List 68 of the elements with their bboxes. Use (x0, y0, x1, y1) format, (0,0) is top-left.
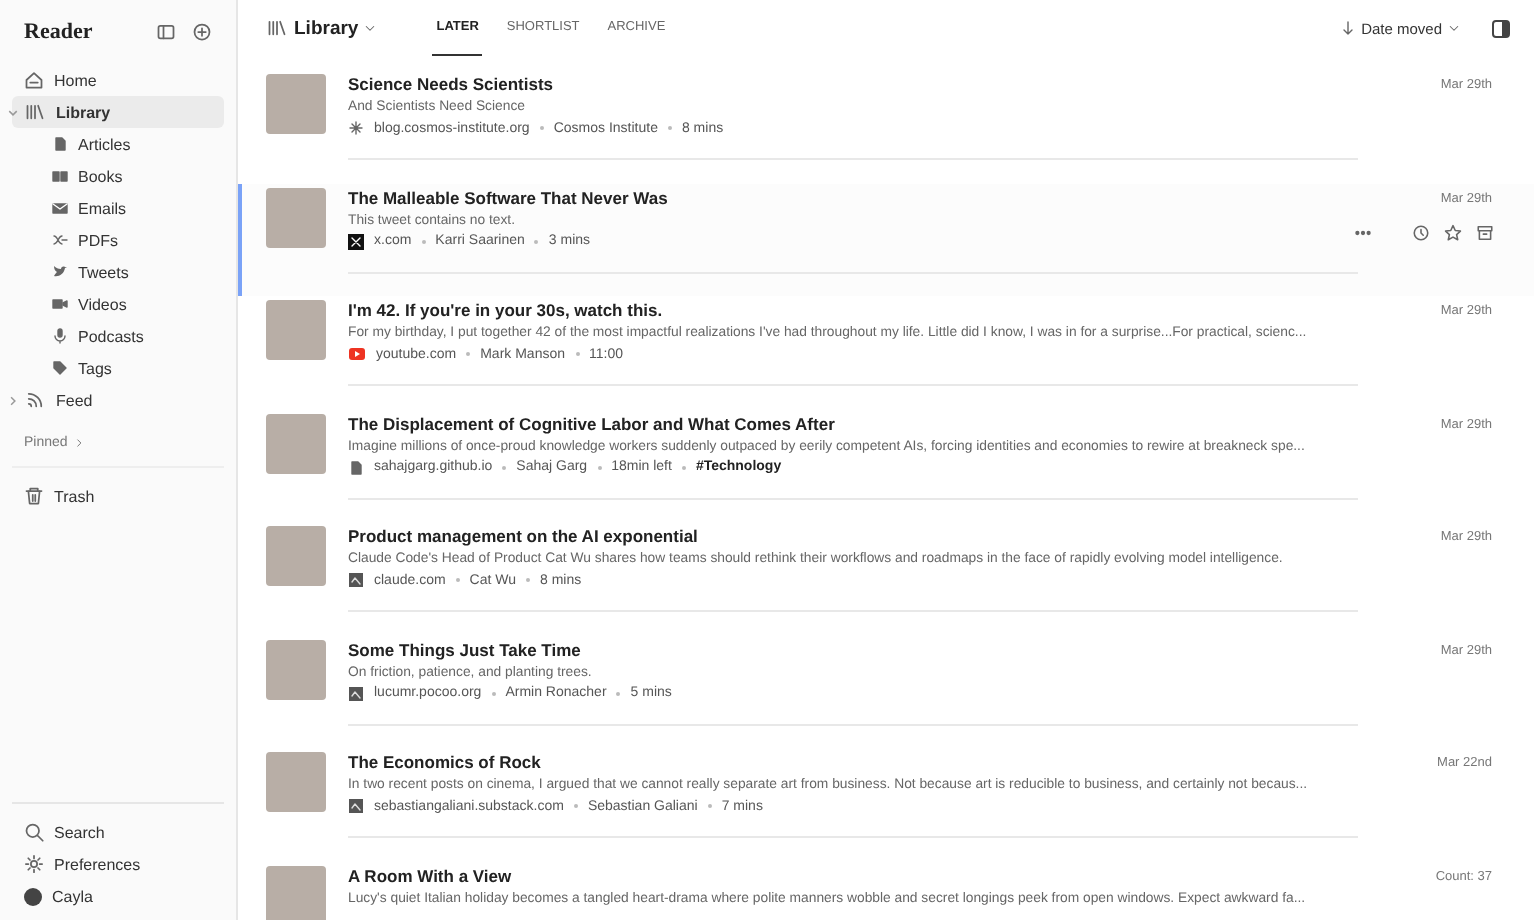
sidebar-item[interactable]: Home (12, 64, 224, 96)
sidebar-item[interactable]: Trash (12, 480, 224, 512)
sidebar-item[interactable]: Podcasts (12, 320, 224, 352)
caret-icon (364, 22, 377, 34)
chevron-icon[interactable] (8, 107, 18, 117)
favicon-icon (348, 572, 364, 588)
chevron-icon[interactable] (8, 395, 18, 405)
document-title: The Malleable Software That Never Was (348, 187, 670, 207)
sidebar-item[interactable]: Videos (12, 288, 224, 320)
rss-icon (24, 390, 46, 410)
document-title: The Displacement of Cognitive Labor and What Comes After (348, 413, 837, 433)
library-icon (24, 102, 46, 122)
photo-placeholder (266, 187, 326, 247)
photo-placeholder (266, 300, 326, 360)
envelope-icon (52, 200, 68, 216)
star-icon (1444, 223, 1462, 241)
library-menu[interactable]: Library (266, 17, 377, 39)
favicon-icon (348, 685, 364, 701)
sidebar-item[interactable]: Cayla (12, 880, 224, 912)
document-title: Product management on the AI exponential (348, 526, 700, 546)
caret-icon (1448, 22, 1460, 34)
sidebar-item[interactable]: Search (12, 816, 224, 848)
photo-placeholder (266, 413, 326, 473)
document-title: A Room With a View (348, 865, 514, 885)
sidebar-item[interactable]: Feed (12, 384, 224, 416)
microphone-icon (52, 328, 68, 344)
library-icon (266, 18, 288, 38)
document-title: The Economics of Rock (348, 752, 543, 772)
sidebar-item[interactable]: Tweets (12, 256, 224, 288)
photo-placeholder (266, 526, 326, 586)
sidebar-item[interactable]: PDFs (12, 224, 224, 256)
sidebar-item[interactable]: Emails (12, 192, 224, 224)
home-icon (24, 70, 44, 90)
sidebar-item[interactable]: Preferences (12, 848, 224, 880)
document-icon (348, 459, 364, 475)
pdf-icon (52, 232, 68, 248)
x-logo-icon (348, 233, 364, 249)
tag-icon (52, 360, 68, 376)
trash-icon (24, 486, 44, 506)
sidebar-item[interactable]: Books (12, 160, 224, 192)
video-icon (52, 296, 68, 312)
settings-icon (24, 854, 44, 874)
add-icon (192, 22, 212, 42)
sidebar-item[interactable]: Tags (12, 352, 224, 384)
avatar-icon (24, 887, 42, 905)
sidebar-toggle-icon (156, 22, 176, 42)
arrow-down-icon (1339, 20, 1356, 36)
play-icon (348, 346, 366, 362)
photo-placeholder (266, 752, 326, 812)
clock-icon (1412, 223, 1430, 241)
search-icon (24, 822, 44, 842)
chevron-icon (73, 438, 84, 448)
document-title: Science Needs Scientists (348, 74, 556, 94)
book-icon (52, 168, 68, 184)
photo-placeholder (266, 639, 326, 699)
panel-toggle-icon[interactable] (1492, 19, 1510, 37)
document-title: I'm 42. If you're in your 30s, watch this. (348, 300, 665, 320)
sparkle-icon (348, 120, 364, 136)
photo-placeholder (266, 865, 326, 920)
document-title: Some Things Just Take Time (348, 639, 583, 659)
archive-icon (1476, 223, 1494, 241)
favicon-icon (348, 798, 364, 814)
sidebar-item[interactable]: Library (12, 96, 224, 128)
sidebar-item[interactable]: Articles (12, 128, 224, 160)
photo-placeholder (266, 74, 326, 134)
document-icon (52, 136, 68, 152)
bird-icon (52, 264, 68, 280)
app-title: Reader (24, 20, 93, 44)
